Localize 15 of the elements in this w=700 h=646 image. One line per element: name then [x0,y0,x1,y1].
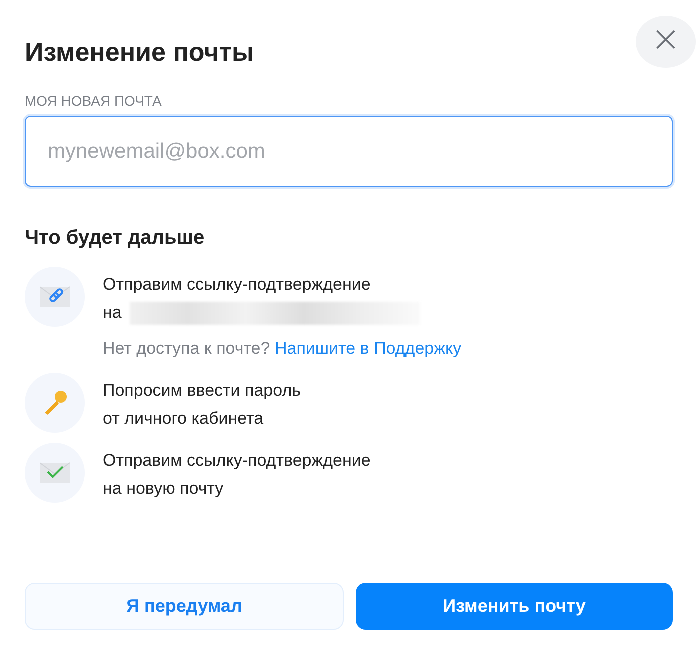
step-text: на новую почту [103,478,224,500]
step-text: Отправим ссылку-подтверждение [103,274,371,296]
close-button[interactable]: × [636,16,696,68]
step-text: Отправим ссылку-подтверждение [103,450,371,472]
step-text: от личного кабинета [103,408,264,430]
step-text: на [103,302,122,324]
help-text: Нет доступа к почте? Напишите в Поддержку [103,338,462,360]
change-email-button[interactable]: Изменить почту [356,583,673,630]
step-text: Попросим ввести пароль [103,380,301,402]
email-field[interactable]: mynewemail@box.com [25,116,673,187]
cancel-button[interactable]: Я передумал [25,583,344,630]
support-link[interactable]: Напишите в Поддержку [274,339,462,358]
dialog-title: Изменение почты [25,36,254,69]
field-label: МОЯ НОВАЯ ПОЧТА [25,92,163,110]
section-heading: Что будет дальше [25,226,206,251]
